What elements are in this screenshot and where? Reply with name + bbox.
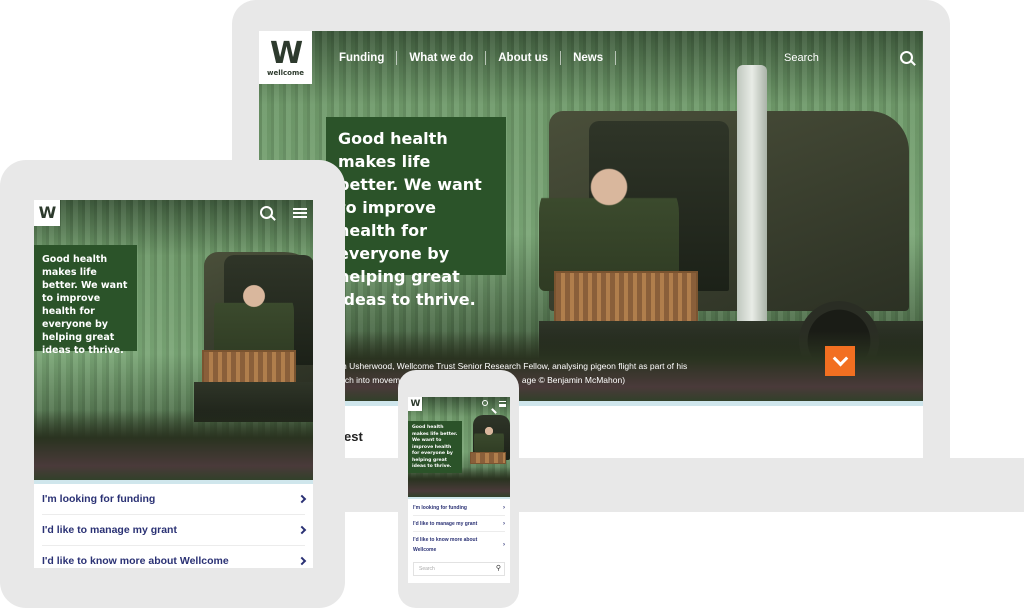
desktop-screen: W wellcome Funding What we do About us N… xyxy=(259,31,923,458)
caption-line-2b: age © Benjamin McMahon) xyxy=(521,375,626,385)
search-icon[interactable]: ⚲ xyxy=(496,563,501,575)
chevron-right-icon: › xyxy=(503,520,505,527)
divider-strip xyxy=(259,401,923,406)
link-funding[interactable]: I'm looking for funding xyxy=(42,484,307,515)
chevron-right-icon: › xyxy=(503,542,505,548)
chevron-right-icon xyxy=(297,525,307,535)
nav-item-news[interactable]: News xyxy=(561,51,617,65)
link-manage-grant[interactable]: I'd like to manage my grant › xyxy=(413,516,505,532)
link-manage-grant[interactable]: I'd like to manage my grant xyxy=(42,515,307,546)
desktop-device-base xyxy=(232,458,1024,512)
search-icon[interactable] xyxy=(482,400,488,406)
nav-item-funding[interactable]: Funding xyxy=(329,51,398,65)
search-icon[interactable] xyxy=(260,206,273,219)
hero-headline: Good health makes life better. We want t… xyxy=(326,117,506,309)
pole xyxy=(737,65,767,355)
section-title: est xyxy=(344,429,363,444)
link-funding[interactable]: I'm looking for funding › xyxy=(413,500,505,516)
wellcome-logo[interactable]: W xyxy=(408,397,422,411)
logo-letter: W xyxy=(269,35,303,71)
wellcome-logo[interactable]: W xyxy=(34,200,60,226)
link-about-wellcome[interactable]: I'd like to know more about Wellcome › xyxy=(413,532,505,558)
main-nav: Funding What we do About us News xyxy=(329,51,617,65)
search-input[interactable]: Search ⚲ xyxy=(413,562,505,576)
chevron-down-icon xyxy=(832,350,848,366)
logo-letter: W xyxy=(38,203,57,222)
scroll-down-button[interactable] xyxy=(825,346,855,376)
hero-headline: Good health makes life better. We want t… xyxy=(34,245,137,356)
link-about-wellcome[interactable]: I'd like to know more about Wellcome xyxy=(42,546,307,568)
hero-headline: Good health makes life better. We want t… xyxy=(408,421,462,473)
researcher-figure xyxy=(474,425,504,455)
phone-screen: W Good health makes life better. We want… xyxy=(408,397,510,583)
pigeon-crate xyxy=(202,350,296,384)
divider-strip xyxy=(408,497,510,499)
quick-links: I'm looking for funding I'd like to mana… xyxy=(34,484,313,568)
researcher-figure xyxy=(214,280,294,360)
nav-item-what-we-do[interactable]: What we do xyxy=(397,51,487,65)
chevron-right-icon xyxy=(297,556,307,566)
logo-letter: W xyxy=(410,398,421,409)
search-label[interactable]: Search xyxy=(784,52,819,64)
chevron-right-icon: › xyxy=(503,504,505,511)
chevron-right-icon xyxy=(297,494,307,504)
pigeon-crate xyxy=(554,271,698,323)
nav-item-about-us[interactable]: About us xyxy=(486,51,562,65)
wellcome-logo[interactable]: W wellcome xyxy=(259,31,312,84)
logo-text: wellcome xyxy=(266,68,304,77)
caption-line-1: n Usherwood, Wellcome Trust Senior Resea… xyxy=(342,361,688,371)
search-icon[interactable] xyxy=(900,51,913,64)
tablet-screen: W Good health makes life better. We want… xyxy=(34,200,313,568)
menu-icon[interactable] xyxy=(293,208,307,218)
menu-icon[interactable] xyxy=(499,401,506,407)
quick-links: I'm looking for funding › I'd like to man… xyxy=(408,500,510,558)
